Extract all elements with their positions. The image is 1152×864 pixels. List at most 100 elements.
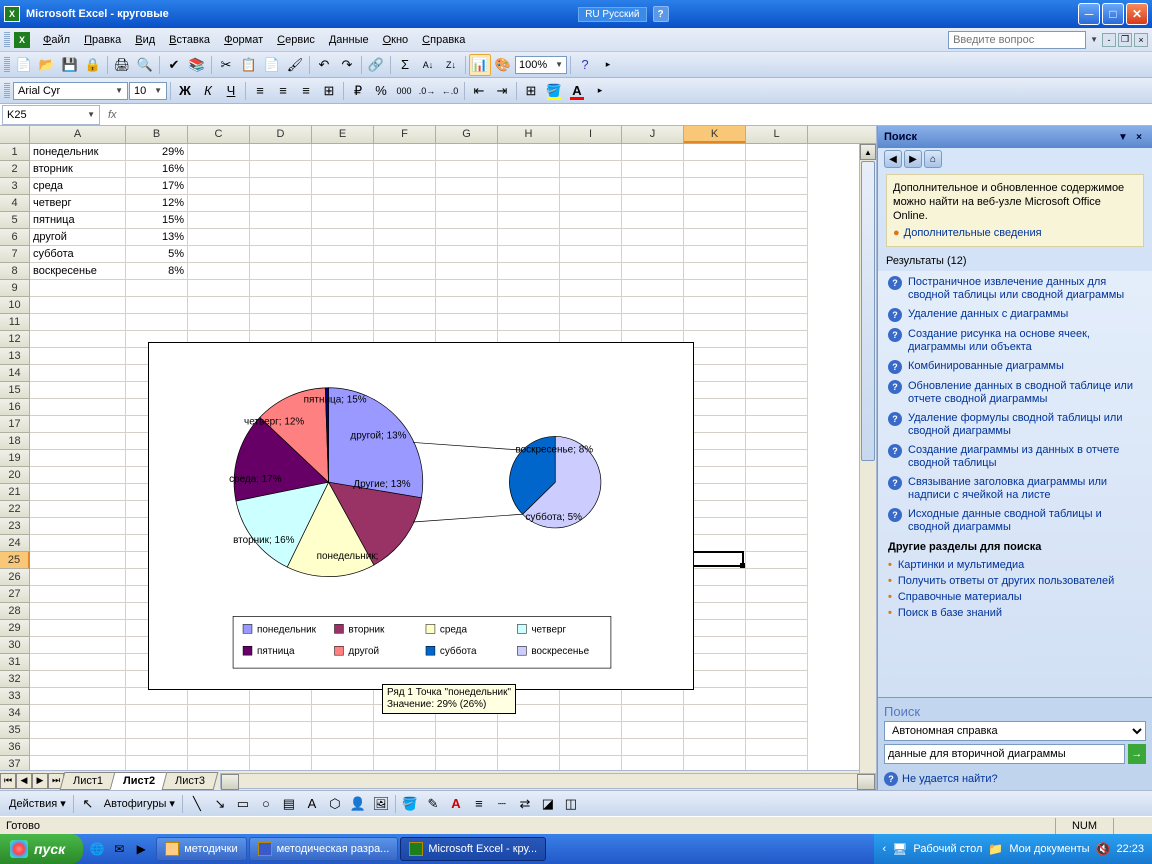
cell[interactable] [622, 263, 684, 280]
cell[interactable] [30, 637, 126, 654]
cell[interactable] [684, 722, 746, 739]
row-header[interactable]: 3 [0, 178, 30, 195]
cell[interactable] [30, 688, 126, 705]
cell[interactable] [498, 195, 560, 212]
cell[interactable] [30, 586, 126, 603]
help-result-item[interactable]: ?Комбинированные диаграммы [886, 357, 1148, 377]
cell[interactable] [250, 229, 312, 246]
cell[interactable] [436, 722, 498, 739]
sort-asc-icon[interactable]: A↓ [417, 54, 439, 76]
mdi-restore-button[interactable]: ❐ [1118, 33, 1132, 47]
cell[interactable] [746, 161, 808, 178]
mdi-close-button[interactable]: × [1134, 33, 1148, 47]
paste-icon[interactable]: 📄 [261, 54, 283, 76]
line-icon[interactable]: ╲ [186, 793, 208, 815]
zoom-box[interactable]: 100%▼ [515, 56, 567, 74]
tab-nav[interactable]: ⏮◀▶⏭ [0, 773, 64, 789]
row-header[interactable]: 36 [0, 739, 30, 756]
cant-find-link[interactable]: Не удается найти? [902, 773, 998, 785]
cell[interactable] [126, 756, 188, 770]
cell[interactable] [746, 671, 808, 688]
back-icon[interactable]: ◀ [884, 150, 902, 168]
cell[interactable] [746, 433, 808, 450]
toolbar-grip[interactable] [4, 57, 10, 73]
cell[interactable] [250, 195, 312, 212]
cell[interactable] [746, 739, 808, 756]
cell[interactable] [188, 178, 250, 195]
cell[interactable] [746, 450, 808, 467]
font-name-box[interactable]: Arial Cyr▼ [13, 82, 128, 100]
cell[interactable] [622, 297, 684, 314]
row-header[interactable]: 21 [0, 484, 30, 501]
cell[interactable] [622, 280, 684, 297]
cell[interactable] [746, 229, 808, 246]
help-result-item[interactable]: ?Постраничное извлечение данных для свод… [886, 273, 1148, 305]
cell[interactable] [746, 348, 808, 365]
cell[interactable] [684, 229, 746, 246]
font-color-icon[interactable]: A [566, 80, 588, 102]
cell[interactable] [436, 246, 498, 263]
row-header[interactable]: 19 [0, 450, 30, 467]
col-header[interactable]: I [560, 126, 622, 143]
increase-decimal-icon[interactable]: .0→ [416, 80, 438, 102]
cell[interactable] [684, 280, 746, 297]
cell[interactable] [30, 535, 126, 552]
row-header[interactable]: 23 [0, 518, 30, 535]
cell[interactable] [250, 246, 312, 263]
cell[interactable] [30, 382, 126, 399]
cell[interactable] [30, 552, 126, 569]
cell[interactable] [30, 722, 126, 739]
cell[interactable] [436, 280, 498, 297]
cell[interactable] [30, 654, 126, 671]
cell[interactable] [746, 654, 808, 671]
help-result-item[interactable]: ?Создание рисунка на основе ячеек, диагр… [886, 325, 1148, 357]
undo-icon[interactable]: ↶ [313, 54, 335, 76]
cell[interactable]: 15% [126, 212, 188, 229]
cell[interactable] [746, 518, 808, 535]
menu-файл[interactable]: Файл [36, 31, 77, 49]
cell[interactable] [30, 450, 126, 467]
toolbar-grip[interactable] [4, 83, 10, 99]
help-result-item[interactable]: ?Удаление формулы сводной таблицы или св… [886, 409, 1148, 441]
chart-object[interactable]: четверг; 12% пятница; 15% другой; 13% Др… [148, 342, 694, 690]
cell[interactable] [30, 756, 126, 770]
col-header[interactable]: K [684, 126, 746, 143]
horizontal-scrollbar[interactable] [220, 773, 876, 789]
cell[interactable] [30, 280, 126, 297]
cell[interactable] [560, 212, 622, 229]
cell[interactable] [498, 246, 560, 263]
cell[interactable] [746, 535, 808, 552]
menu-данные[interactable]: Данные [322, 31, 376, 49]
autoshapes-menu[interactable]: Автофигуры ▾ [100, 797, 179, 810]
cell[interactable] [498, 178, 560, 195]
cell[interactable] [746, 722, 808, 739]
clock[interactable]: 22:23 [1116, 843, 1144, 855]
ask-question-box[interactable] [948, 31, 1086, 49]
cell[interactable] [622, 229, 684, 246]
row-header[interactable]: 15 [0, 382, 30, 399]
autosum-icon[interactable]: Σ [394, 54, 416, 76]
system-tray[interactable]: ‹ 🖥Рабочий стол 📁Мои документы 🔇 22:23 [874, 834, 1152, 864]
row-header[interactable]: 10 [0, 297, 30, 314]
row-header[interactable]: 32 [0, 671, 30, 688]
cell[interactable] [622, 195, 684, 212]
cell[interactable] [684, 178, 746, 195]
row-header[interactable]: 1 [0, 144, 30, 161]
cell[interactable] [312, 161, 374, 178]
cell[interactable] [622, 722, 684, 739]
menu-правка[interactable]: Правка [77, 31, 128, 49]
cell[interactable] [684, 246, 746, 263]
col-header[interactable]: L [746, 126, 808, 143]
cell[interactable] [188, 246, 250, 263]
shadow-icon[interactable]: ◪ [537, 793, 559, 815]
col-header[interactable]: A [30, 126, 126, 143]
cell[interactable] [374, 739, 436, 756]
cell[interactable] [250, 722, 312, 739]
bold-icon[interactable]: Ж [174, 80, 196, 102]
cell[interactable]: четверг [30, 195, 126, 212]
cell[interactable] [374, 212, 436, 229]
dropdown-icon[interactable]: ▼ [1090, 35, 1098, 44]
cell[interactable] [312, 229, 374, 246]
col-header[interactable]: B [126, 126, 188, 143]
excel-doc-icon[interactable]: X [14, 32, 30, 48]
